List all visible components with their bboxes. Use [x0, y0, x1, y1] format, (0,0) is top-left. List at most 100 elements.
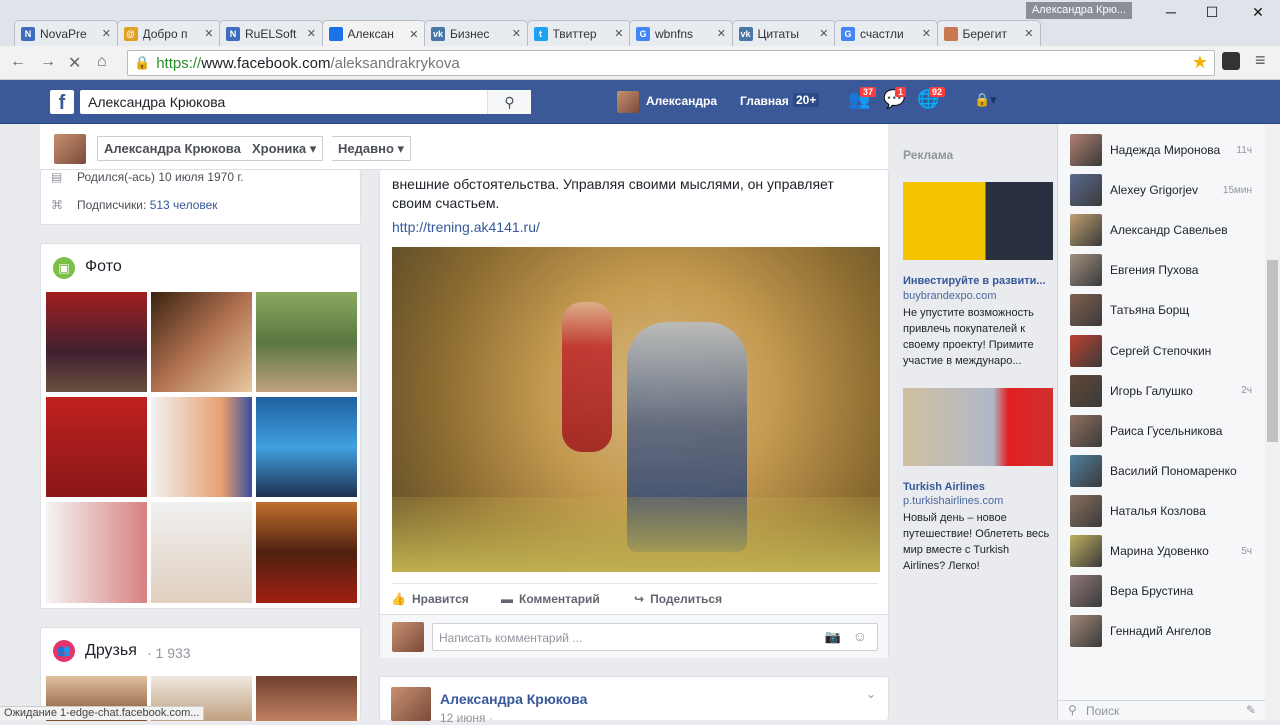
privacy-icon[interactable]: 🔒▾	[974, 92, 997, 108]
chat-contact[interactable]: Наталья Козлова	[1070, 491, 1266, 531]
tab-close-icon[interactable]: ✕	[102, 27, 111, 40]
chat-contact[interactable]: Марина Удовенко 5ч	[1070, 531, 1266, 571]
share-button[interactable]: ↪ Поделиться	[634, 592, 722, 606]
ad-image[interactable]	[903, 388, 1053, 466]
photo-thumb[interactable]	[46, 292, 147, 392]
ad-image[interactable]	[903, 182, 1053, 260]
photos-title[interactable]: Фото	[85, 258, 122, 276]
browser-tab[interactable]: Алексан ✕	[321, 20, 426, 47]
tab-close-icon[interactable]: ✕	[409, 28, 418, 41]
facebook-logo-icon[interactable]: f	[50, 90, 74, 114]
compose-icon[interactable]: ✎	[1246, 703, 1256, 717]
notifications-icon[interactable]: 🌐 92	[917, 87, 946, 111]
ad-domain[interactable]: buybrandexpo.com	[903, 290, 997, 302]
chat-contact[interactable]: Alexey Grigorjev 15мин	[1070, 170, 1266, 210]
messages-icon[interactable]: 💬 1	[883, 87, 909, 111]
friend-thumb[interactable]	[256, 676, 357, 721]
photo-thumb[interactable]	[46, 397, 147, 497]
photo-thumb[interactable]	[256, 292, 357, 392]
browser-tab[interactable]: vk Цитаты ✕	[731, 20, 836, 46]
chat-contact[interactable]: Геннадий Ангелов	[1070, 611, 1266, 651]
bookmark-star-icon[interactable]: ★	[1192, 52, 1208, 73]
avatar[interactable]	[54, 134, 86, 164]
profile-name-link[interactable]: Александра Крюкова	[97, 136, 248, 161]
page-scrollbar[interactable]	[1265, 124, 1280, 720]
friends-title[interactable]: Друзья	[85, 642, 137, 660]
tab-close-icon[interactable]: ✕	[614, 27, 623, 40]
chat-contact[interactable]: Вера Брустина	[1070, 571, 1266, 611]
browser-profile-badge[interactable]: Александра Крю...	[1025, 2, 1132, 19]
post-date[interactable]: 12 июня ·	[440, 711, 493, 725]
chevron-down-icon[interactable]: ⌄	[866, 687, 876, 701]
photo-thumb[interactable]	[46, 502, 147, 603]
emoji-icon[interactable]: ☺	[853, 628, 867, 644]
scrollbar-thumb[interactable]	[1267, 260, 1278, 442]
fb-search-input[interactable]: Александра Крюкова ⚲	[80, 90, 531, 114]
chat-contact[interactable]: Евгения Пухова	[1070, 250, 1266, 290]
minimize-icon[interactable]: ─	[1156, 4, 1186, 26]
friend-requests-icon[interactable]: 👥 37	[848, 87, 877, 111]
chat-search[interactable]: ⚲ Поиск ✎	[1058, 700, 1266, 720]
post-link[interactable]: http://trening.ak4141.ru/	[392, 219, 540, 235]
tab-close-icon[interactable]: ✕	[1024, 27, 1033, 40]
tab-label: RuELSoft	[245, 26, 297, 41]
chat-contact[interactable]: Сергей Степочкин	[1070, 331, 1266, 371]
browser-tab[interactable]: vk Бизнес ✕	[424, 20, 528, 46]
post-photo[interactable]	[392, 247, 880, 572]
chat-contact[interactable]: Василий Пономаренко	[1070, 451, 1266, 491]
chat-contact-name: Раиса Гусельникова	[1110, 423, 1223, 438]
profile-link[interactable]: Александра	[646, 94, 717, 108]
browser-tab[interactable]: N NovaPre ✕	[14, 20, 118, 46]
tab-close-icon[interactable]: ✕	[922, 27, 931, 40]
stop-icon[interactable]: ✕	[68, 53, 81, 73]
photo-thumb[interactable]	[151, 502, 252, 603]
tab-close-icon[interactable]: ✕	[307, 27, 316, 40]
chevron-down-icon: ▾	[397, 140, 405, 156]
browser-tab[interactable]: Берегит ✕	[936, 20, 1041, 46]
browser-tab[interactable]: Gwbnfns ✕	[629, 20, 733, 46]
ad-title[interactable]: Turkish Airlines	[903, 481, 1053, 493]
avatar[interactable]	[391, 687, 431, 721]
like-button[interactable]: 👍 Нравится	[391, 592, 469, 606]
forward-icon[interactable]: →	[40, 53, 56, 71]
camera-icon[interactable]: 📷	[825, 629, 841, 645]
recent-dropdown[interactable]: Недавно ▾	[332, 136, 412, 161]
chat-contact[interactable]: Татьяна Борщ	[1070, 290, 1266, 330]
search-icon[interactable]: ⚲	[487, 90, 531, 114]
avatar[interactable]	[617, 91, 639, 113]
post-author[interactable]: Александра Крюкова	[440, 691, 587, 707]
browser-tab[interactable]: N RuELSoft ✕	[219, 20, 323, 46]
chat-contact[interactable]: Раиса Гусельникова	[1070, 411, 1266, 451]
chronicle-dropdown[interactable]: Хроника ▾	[246, 136, 324, 161]
photo-thumb[interactable]	[256, 397, 357, 497]
maximize-icon[interactable]: ☐	[1197, 4, 1227, 26]
ad-title[interactable]: Инвестируйте в развити...	[903, 275, 1053, 287]
chat-contact[interactable]: Надежда Миронова 11ч	[1070, 130, 1266, 170]
browser-tab[interactable]: @ Добро п ✕	[116, 20, 221, 46]
tab-close-icon[interactable]: ✕	[819, 27, 828, 40]
tab-close-icon[interactable]: ✕	[204, 27, 213, 40]
chat-contact[interactable]: Игорь Галушко 2ч	[1070, 371, 1266, 411]
extension-icon[interactable]	[1222, 52, 1240, 70]
address-bar[interactable]: 🔒 https://www.facebook.com/aleksandrakry…	[127, 50, 1215, 76]
followers-count[interactable]: 513 человек	[150, 198, 218, 212]
comment-input[interactable]: Написать комментарий ... 📷 ☺	[432, 623, 878, 651]
home-icon[interactable]: ⌂	[97, 53, 107, 71]
ad-domain[interactable]: p.turkishairlines.com	[903, 495, 1003, 507]
tab-close-icon[interactable]: ✕	[512, 27, 521, 40]
comment-icon: ▬	[501, 592, 513, 606]
home-link[interactable]: Главная	[740, 94, 789, 108]
photo-thumb[interactable]	[151, 397, 252, 497]
browser-tab[interactable]: Gсчастли ✕	[834, 20, 938, 46]
chat-contact[interactable]: Александр Савельев	[1070, 210, 1266, 250]
browser-tab[interactable]: t Твиттер ✕	[526, 20, 631, 46]
post-card: внешние обстоятельства. Управляя своими …	[379, 170, 889, 658]
tab-close-icon[interactable]: ✕	[717, 27, 726, 40]
photo-thumb[interactable]	[151, 292, 252, 392]
comment-button[interactable]: ▬ Комментарий	[501, 592, 600, 606]
back-icon[interactable]: ←	[10, 53, 26, 71]
photo-thumb[interactable]	[256, 502, 357, 603]
calendar-icon: ▤	[51, 170, 63, 184]
menu-icon[interactable]: ≡	[1255, 50, 1266, 71]
close-window-icon[interactable]: ✕	[1243, 4, 1273, 26]
